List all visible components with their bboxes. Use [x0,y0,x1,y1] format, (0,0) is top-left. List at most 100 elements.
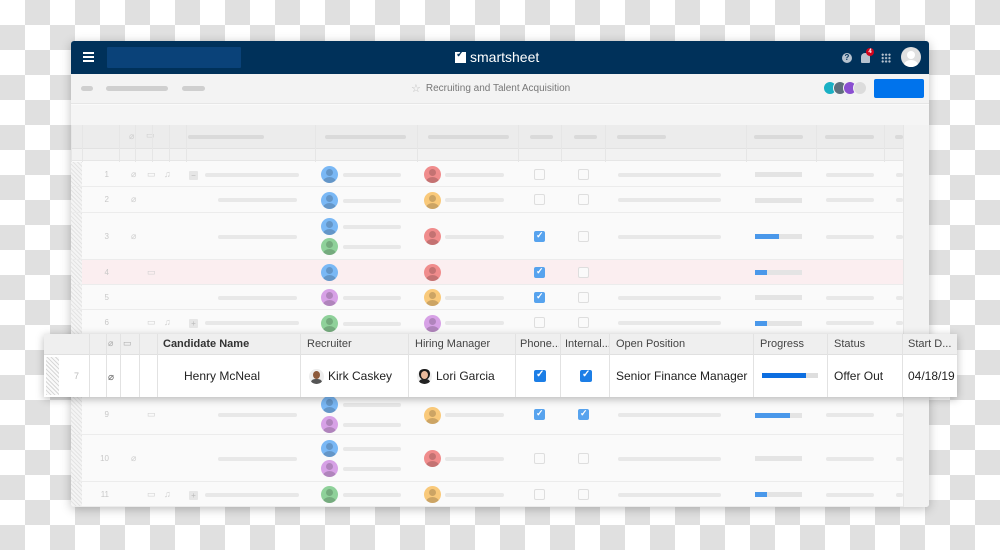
apps-grid-icon[interactable] [881,53,891,63]
attachment-icon[interactable]: ⌀ [108,355,114,397]
top-nav-bar: smartsheet ? 4 [71,41,929,74]
progress-bar [755,172,802,177]
header-candidate-name[interactable]: Candidate Name [157,334,300,355]
text-placeholder [618,321,721,325]
internal-interview-checkbox[interactable] [580,368,592,382]
header-internal-interview[interactable]: Internal... [559,334,609,355]
phone-screen-checkbox[interactable] [534,452,545,464]
expand-icon[interactable]: + [189,319,198,328]
attachment-icon[interactable]: ⌀ [131,169,136,180]
text-placeholder [445,456,504,461]
internal-interview-checkbox[interactable] [578,230,589,242]
text-placeholder [343,198,401,203]
toolbar-placeholder-1[interactable] [81,86,93,91]
attachment-icon[interactable]: ⌀ [131,231,136,242]
app-logo: smartsheet [455,49,539,65]
reminder-bell-icon[interactable]: ♫ [164,489,171,499]
phone-screen-checkbox[interactable] [534,194,545,205]
start-date-cell[interactable]: 04/18/19 [908,355,955,397]
toolbar-placeholder-3[interactable] [182,86,205,91]
phone-screen-checkbox[interactable] [534,317,545,328]
header-placeholder [754,135,803,139]
status-cell[interactable]: Offer Out [834,355,883,397]
internal-interview-checkbox[interactable] [578,266,589,278]
attachment-icon[interactable]: ⌀ [131,453,136,464]
row-drag-handle[interactable] [71,482,82,506]
internal-interview-checkbox[interactable] [578,291,589,303]
favorite-star-icon[interactable]: ☆ [411,82,421,95]
header-recruiter[interactable]: Recruiter [301,334,408,355]
internal-interview-checkbox[interactable] [578,194,589,205]
header-progress[interactable]: Progress [754,334,827,355]
internal-interview-checkbox[interactable] [578,452,589,464]
comment-icon[interactable]: ▭ [147,169,156,180]
reminder-bell-icon[interactable]: ♫ [164,317,171,327]
header-hiring-manager[interactable]: Hiring Manager [409,334,516,355]
header-status[interactable]: Status [828,334,902,355]
help-icon[interactable]: ? [842,53,852,63]
grid-row[interactable]: 3 ⌀ [71,213,903,260]
internal-interview-checkbox[interactable] [578,488,589,500]
progress-bar-fill [762,373,806,378]
phone-screen-checkbox[interactable] [534,408,545,420]
row-drag-handle[interactable] [71,285,82,309]
internal-interview-checkbox[interactable] [578,317,589,328]
header-phone-screen[interactable]: Phone... [514,334,559,355]
vertical-scrollbar[interactable] [903,125,929,507]
phone-screen-checkbox[interactable] [534,168,545,180]
grid-row[interactable]: 4 ▭ [71,260,903,285]
candidate-name-cell[interactable]: Henry McNeal [184,355,260,397]
text-placeholder [896,456,903,461]
text-placeholder [205,492,299,497]
expand-icon[interactable]: + [189,490,198,500]
row-drag-handle[interactable] [71,395,82,434]
comment-icon[interactable]: ▭ [147,267,156,278]
row-drag-handle[interactable] [71,260,82,284]
internal-interview-checkbox[interactable] [578,408,589,420]
share-button[interactable] [874,79,924,98]
hamburger-menu-icon[interactable] [83,52,94,62]
grid-row[interactable]: 2 ⌀ [71,187,903,213]
hiring-manager-cell[interactable]: Lori Garcia [436,355,495,397]
toolbar-placeholder-2[interactable] [106,86,168,91]
phone-screen-checkbox[interactable] [534,488,545,500]
recruiter-avatar [321,264,338,281]
collaborator-avatar[interactable] [853,81,867,95]
row-drag-handle[interactable] [71,310,82,335]
collapse-icon[interactable]: − [189,170,198,180]
row-number: 2 [104,195,109,204]
row-drag-handle[interactable] [46,357,59,395]
grid-row[interactable]: 11 ▭ ♫ + [71,482,903,507]
comment-icon[interactable]: ▭ [147,489,156,500]
text-placeholder [343,321,401,326]
grid-row[interactable]: 10 ⌀ [71,435,903,482]
comment-icon[interactable]: ▭ [147,409,156,420]
recruiter-avatar [321,237,338,255]
row-drag-handle[interactable] [71,187,82,212]
phone-screen-checkbox[interactable] [534,266,545,278]
open-position-cell[interactable]: Senior Finance Manager [616,355,747,397]
phone-screen-checkbox[interactable] [534,368,546,382]
row-drag-handle[interactable] [71,162,82,186]
attachment-icon[interactable]: ⌀ [131,194,136,205]
search-input[interactable] [107,47,241,68]
row-drag-handle[interactable] [71,213,82,259]
comment-icon[interactable]: ▭ [147,317,156,328]
row-number: 1 [104,169,109,179]
phone-screen-checkbox[interactable] [534,230,545,242]
grid-row[interactable]: 5 [71,285,903,310]
phone-screen-checkbox[interactable] [534,291,545,303]
row-drag-handle[interactable] [71,435,82,481]
user-avatar[interactable] [901,47,921,67]
header-placeholder [188,135,264,139]
grid-row[interactable]: 6 ▭ ♫ + [71,310,903,336]
recruiter-cell[interactable]: Kirk Caskey [328,355,392,397]
header-open-position[interactable]: Open Position [610,334,753,355]
grid-row[interactable]: 1 ⌀ ▭ ♫ − [71,162,903,187]
text-placeholder [826,492,874,497]
header-start-date[interactable]: Start D... [902,334,957,355]
progress-bar [755,234,802,239]
internal-interview-checkbox[interactable] [578,168,589,180]
reminder-bell-icon[interactable]: ♫ [164,169,171,179]
grid-row[interactable]: 9 ▭ [71,395,903,435]
